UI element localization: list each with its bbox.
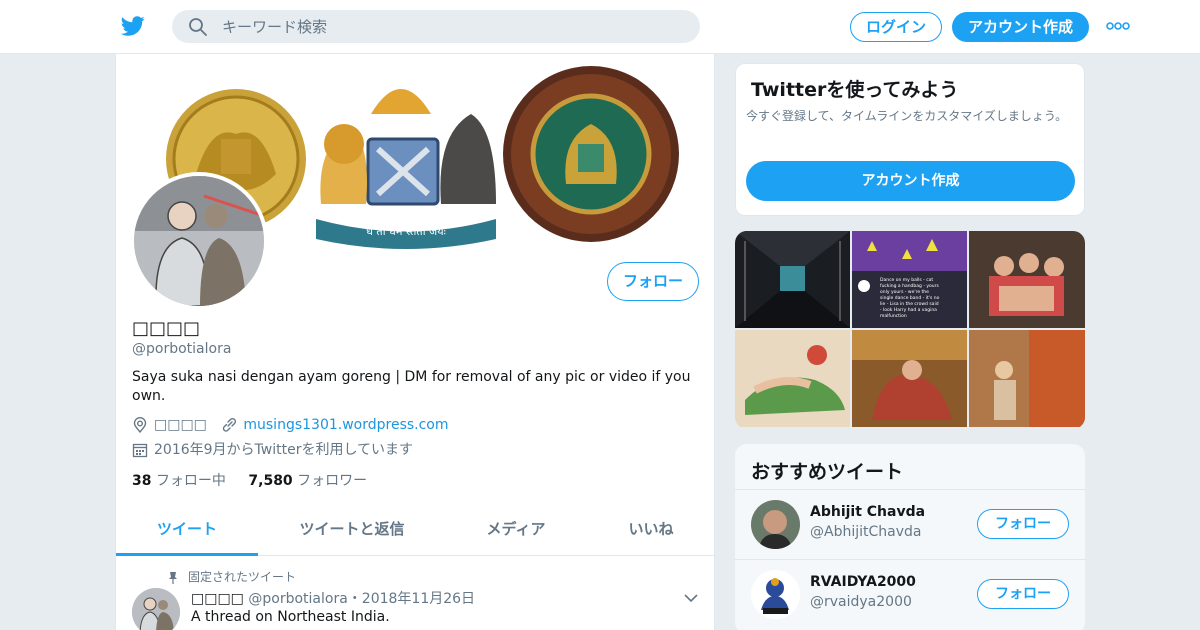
pinned-label-row: 固定されたツイート bbox=[168, 568, 296, 585]
round-crest-emblem bbox=[503, 66, 679, 242]
top-navigation-bar: ログイン アカウント作成 bbox=[0, 0, 1200, 54]
tab-tweets[interactable]: ツイート bbox=[116, 506, 258, 556]
followers-stat[interactable]: 7,580 フォロワー bbox=[248, 473, 367, 489]
recommended-user-handle: @rvaidya2000 bbox=[810, 594, 912, 610]
following-stat[interactable]: 38 フォロー中 bbox=[132, 473, 226, 489]
avatar[interactable] bbox=[751, 570, 800, 619]
tweet-header: □□□□ @porbotialora・2018年11月26日 bbox=[191, 588, 475, 608]
tweet-author-name[interactable]: □□□□ bbox=[191, 591, 244, 607]
signup-card-title: Twitterを使ってみよう bbox=[751, 79, 959, 101]
tweet-text: A thread on Northeast India. bbox=[191, 609, 390, 625]
media-thumbnail[interactable] bbox=[735, 231, 850, 328]
recommended-user[interactable]: RVAIDYA2000 @rvaidya2000 フォロー bbox=[735, 559, 1085, 629]
tweet-date[interactable]: ・2018年11月26日 bbox=[348, 591, 475, 607]
tweet-author-avatar[interactable] bbox=[132, 588, 180, 630]
media-thumbnail[interactable] bbox=[852, 330, 967, 427]
recommended-user-name[interactable]: Abhijit Chavda bbox=[810, 504, 925, 520]
follow-button[interactable]: フォロー bbox=[977, 579, 1069, 609]
profile-location: □□□□ bbox=[154, 417, 207, 433]
tweet-author-handle[interactable]: @porbotialora bbox=[248, 591, 347, 607]
profile-avatar[interactable] bbox=[130, 172, 268, 310]
signup-card-description: 今すぐ登録して、タイムラインをカスタマイズしましょう。 bbox=[746, 109, 1068, 123]
profile-website-link[interactable]: musings1301.wordpress.com bbox=[243, 417, 448, 433]
recommended-title: おすすめツイート bbox=[751, 461, 904, 483]
profile-joined-date: 2016年9月からTwitterを利用しています bbox=[154, 442, 414, 458]
recommended-user-name[interactable]: RVAIDYA2000 bbox=[810, 574, 916, 590]
avatar[interactable] bbox=[751, 500, 800, 549]
chevron-down-icon[interactable] bbox=[684, 593, 698, 603]
search-input[interactable] bbox=[222, 10, 682, 43]
pin-icon bbox=[169, 571, 177, 584]
profile-handle[interactable]: @porbotialora bbox=[132, 341, 231, 357]
tab-media[interactable]: メディア bbox=[466, 506, 566, 556]
follow-button[interactable]: フォロー bbox=[977, 509, 1069, 539]
login-button[interactable]: ログイン bbox=[850, 12, 942, 42]
profile-name: □□□□ bbox=[132, 318, 201, 339]
search-icon bbox=[189, 18, 207, 36]
profile-bio: Saya suka nasi dengan ayam goreng | DM f… bbox=[132, 369, 691, 404]
profile-tabs: ツイート ツイートと返信 メディア いいね bbox=[116, 506, 714, 556]
tab-likes[interactable]: いいね bbox=[606, 506, 696, 556]
media-thumbnail[interactable] bbox=[735, 330, 850, 427]
banner-motto: ध तो धर्म स्ततो जयः bbox=[366, 225, 446, 238]
signup-button[interactable]: アカウント作成 bbox=[952, 12, 1089, 42]
recommended-accounts: おすすめツイート Abhijit Chavda @AbhijitChavda フ… bbox=[735, 444, 1085, 630]
pinned-tweet[interactable]: 固定されたツイート □□□□ @porbotialora・2018年11月26日… bbox=[116, 556, 714, 630]
signup-card: Twitterを使ってみよう 今すぐ登録して、タイムラインをカスタマイズしましょ… bbox=[735, 63, 1085, 216]
tab-tweets-replies[interactable]: ツイートと返信 bbox=[278, 506, 426, 556]
media-thumbnail[interactable] bbox=[969, 231, 1085, 328]
profile-column: ध तो धर्म स्ततो जयः フォロー □□□□ @porbotial… bbox=[115, 54, 715, 630]
media-thumbnail[interactable]: Dance on my balls - cat fucking a handbag… bbox=[852, 231, 967, 328]
recommended-user-handle: @AbhijitChavda bbox=[810, 524, 922, 540]
recommended-user[interactable]: Abhijit Chavda @AbhijitChavda フォロー bbox=[735, 489, 1085, 559]
svg-text:Dance on my balls - catfucking: Dance on my balls - cat fucking a handbag… bbox=[880, 277, 940, 319]
signup-card-button[interactable]: アカウント作成 bbox=[746, 161, 1075, 201]
more-dots-icon[interactable] bbox=[1106, 22, 1130, 30]
profile-joined-row: 2016年9月からTwitterを利用しています bbox=[132, 439, 413, 459]
media-thumbnail[interactable] bbox=[969, 330, 1085, 427]
profile-stats: 38 フォロー中 7,580 フォロワー bbox=[132, 470, 367, 490]
follow-button[interactable]: フォロー bbox=[607, 262, 699, 301]
link-icon bbox=[223, 417, 237, 432]
media-grid: Dance on my balls - cat fucking a handbag… bbox=[735, 231, 1085, 429]
calendar-icon bbox=[132, 443, 148, 458]
location-pin-icon bbox=[133, 417, 147, 433]
search-box[interactable] bbox=[172, 10, 700, 43]
profile-meta-row: □□□□ musings1301.wordpress.com bbox=[132, 417, 449, 437]
twitter-bird-icon[interactable] bbox=[120, 14, 146, 38]
